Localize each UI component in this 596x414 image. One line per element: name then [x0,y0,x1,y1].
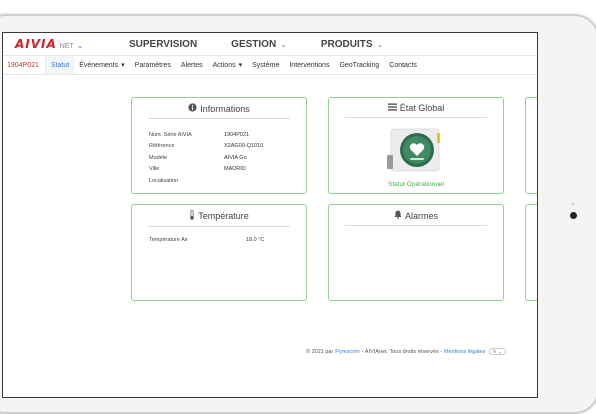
temperature-card: Température Température Air 18.0 °C [131,204,307,301]
card-title-text: État Global [399,103,445,113]
footer-rights: - AIVIAnet. Tous droits réservés - [361,348,443,355]
card-title-text: Alarmes [404,210,438,221]
tab-systeme[interactable]: Système [247,56,284,74]
tab-label: Interventions [289,61,330,69]
tab-evenements[interactable]: Événements ▾ [74,56,129,74]
thermometer-icon [189,210,195,222]
informations-card: Informations Num. Série AIVIA 1904P021 R… [131,97,307,194]
menu-produits[interactable]: PRODUITS ⌄ [321,39,383,50]
card-title: Alarmes [345,205,487,226]
info-row-serial: Num. Série AIVIA 1904P021 [149,129,306,141]
tab-label: Paramètres [134,61,171,69]
info-key: Référence [149,143,175,150]
info-value: X2AG00-Q1010 [224,143,264,150]
language-value: fr [493,349,497,354]
chevron-down-icon: ⌄ [280,39,287,49]
footer: © 2021 par Pyrescom - AIVIAnet. Tous dro… [306,348,506,355]
top-menu: SUPERVISION GESTION ⌄ PRODUITS ⌄ [129,39,383,50]
info-table: Num. Série AIVIA 1904P021 Référence X2AG… [149,129,306,187]
menu-label: SUPERVISION [129,38,198,50]
tab-parametres[interactable]: Paramètres [130,56,176,74]
chevron-down-icon: ▾ [238,62,243,69]
card-title: Informations [148,98,290,119]
tab-interventions[interactable]: Interventions [284,56,334,74]
info-key: Num. Série AIVIA [149,131,192,138]
chevron-down-icon: ⌄ [376,39,384,49]
menu-gestion[interactable]: GESTION ⌄ [231,39,287,50]
footer-legal-link[interactable]: Mentions légales [444,349,485,355]
tab-label: Alertes [180,61,203,69]
card-title-text: Informations [200,103,250,114]
temperature-row: Température Air 18.0 °C [149,237,306,243]
bell-icon [394,210,402,221]
info-key: Localisation [149,177,179,184]
etat-global-card: État Global Statut Opérationnel [328,97,504,194]
info-value: 1904P021 [224,131,250,138]
chevron-down-icon[interactable]: ⌄ [77,41,84,50]
info-value: MADRID [224,166,246,173]
hidden-card-top [525,97,537,194]
app-screen: AIVIA NET ⌄ SUPERVISION GESTION ⌄ PRODUIT… [2,32,538,398]
logo-text: AIVIA [15,37,57,51]
hidden-card-bottom [525,204,537,301]
info-row-model: Modèle AIVIA Go [149,152,306,164]
card-title: Température [148,205,290,227]
tab-actions[interactable]: Actions ▾ [208,56,247,74]
status-operational: Statut Opérationnel [387,181,444,188]
home-button[interactable] [570,212,577,219]
info-value: AIVIA Go [224,154,247,161]
info-circle-icon [188,103,197,114]
info-key: Ville [149,166,160,173]
tab-label: Statut [50,61,70,69]
camera-sensor [572,203,574,205]
tab-label: GeoTracking [339,61,380,69]
tab-contacts[interactable]: Contacts [384,56,422,74]
menu-label: GESTION [231,38,277,50]
tab-label: Système [252,61,280,69]
footer-company-link[interactable]: Pyrescom [335,349,359,355]
tab-label: Actions [212,61,236,69]
card-title-text: Température [198,211,249,221]
aivia-logo[interactable]: AIVIA NET ⌄ [15,37,115,51]
alarmes-card: Alarmes [328,204,504,301]
menu-supervision[interactable]: SUPERVISION [129,39,197,50]
tab-geotracking[interactable]: GeoTracking [334,56,384,74]
aivia-device-image [385,125,447,177]
card-title: État Global [345,98,487,118]
chevron-down-icon: ⌄ [498,348,502,354]
language-select[interactable]: fr ⌄ [489,348,506,355]
footer-prefix: © 2021 par [306,348,334,355]
list-icon [387,103,397,113]
info-key: Modèle [149,154,168,161]
temperature-value: 18.0 °C [246,237,265,243]
tab-statut[interactable]: Statut [45,56,75,74]
menu-label: PRODUITS [320,38,373,50]
info-row-location: Localisation [149,175,306,187]
tab-label: Événements [79,61,119,69]
tab-alertes[interactable]: Alertes [176,56,208,74]
info-row-reference: Référence X2AG00-Q1010 [149,141,306,153]
device-tab-bar: 1904P021 Statut Événements ▾ Paramètres A… [3,55,537,75]
brand-bar: AIVIA NET ⌄ SUPERVISION GESTION ⌄ PRODUIT… [3,33,537,55]
chevron-down-icon: ▾ [121,62,125,69]
device-id-badge: 1904P021 [3,56,46,74]
info-row-city: Ville MADRID [149,164,306,176]
logo-suffix: NET [59,43,74,50]
temperature-key: Température Air [149,237,188,243]
tab-label: Contacts [389,61,417,69]
